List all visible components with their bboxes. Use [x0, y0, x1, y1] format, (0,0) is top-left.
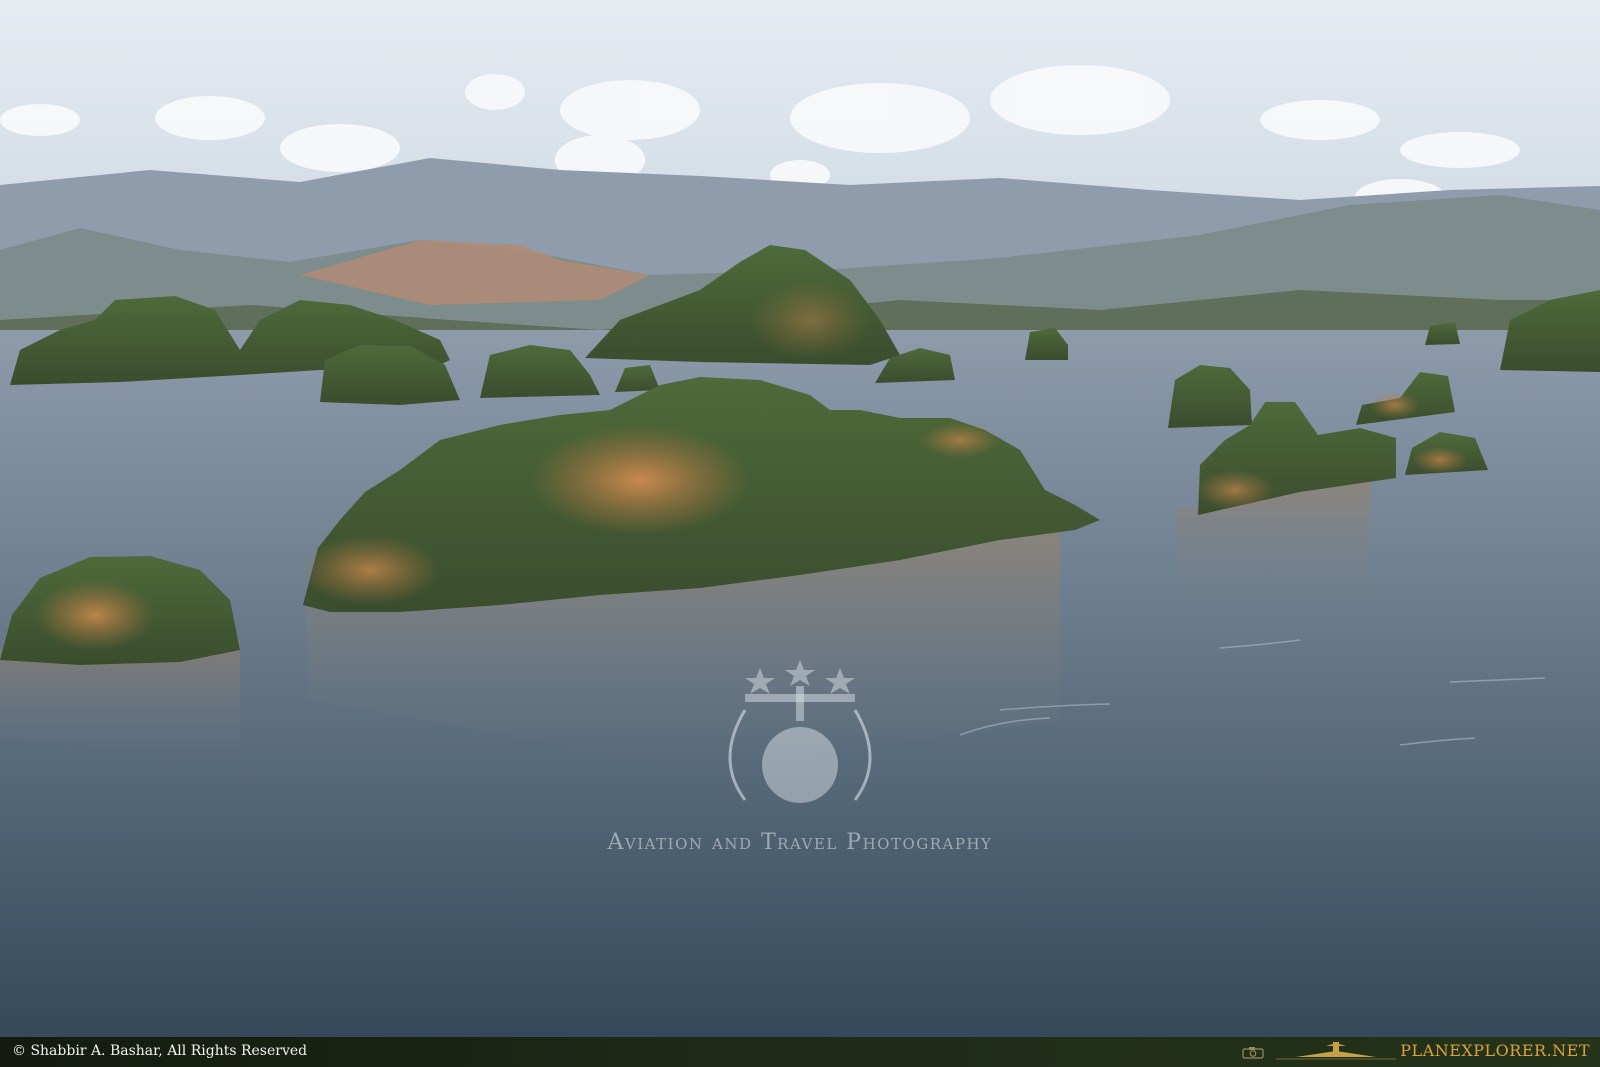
aerial-photo	[0, 0, 1600, 1037]
photo-frame: Aviation and Travel Photography © Shabbi…	[0, 0, 1600, 1067]
watermark-text: Aviation and Travel Photography	[607, 830, 993, 855]
copyright-text: © Shabbir A. Bashar, All Rights Reserved	[12, 1043, 308, 1059]
camera-icon	[1242, 1047, 1264, 1059]
brand-name[interactable]: PLANEXPLORER.NET	[1400, 1041, 1590, 1060]
footer-bar: © Shabbir A. Bashar, All Rights Reserved…	[0, 1037, 1600, 1067]
airplane-icon	[1276, 1042, 1396, 1060]
